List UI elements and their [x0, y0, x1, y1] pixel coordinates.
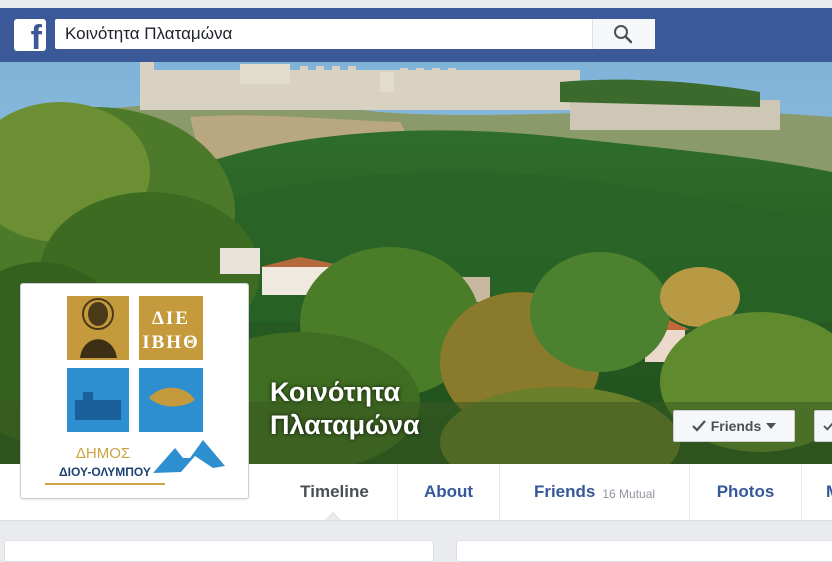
search-icon — [614, 25, 633, 44]
search-input[interactable] — [55, 19, 585, 49]
active-tab-indicator — [325, 512, 341, 520]
tab-about[interactable]: About — [398, 464, 500, 520]
friends-button-label: Friends — [710, 418, 762, 434]
tab-photos[interactable]: Photos — [690, 464, 802, 520]
search-button[interactable] — [592, 19, 655, 49]
secondary-check-button[interactable] — [814, 410, 832, 442]
tile-lettering: ΔΙΕ — [152, 308, 190, 329]
profile-picture[interactable]: ΔΙΕ ΙΒΗΘ ΔΗΜΟΣ ΔΙΟΥ-ΟΛΥΜΠΟΥ — [20, 283, 249, 499]
left-column-card — [4, 540, 434, 562]
top-strip — [0, 0, 832, 8]
facebook-logo-icon[interactable]: f — [14, 19, 46, 55]
tab-more[interactable]: M — [802, 464, 832, 520]
tab-label: Timeline — [300, 482, 369, 501]
dropdown-caret-icon — [766, 423, 777, 429]
page-name-line1: Κοινότητα — [270, 377, 401, 407]
tab-label: About — [423, 482, 474, 501]
municipality-logo: ΔΙΕ ΙΒΗΘ ΔΗΜΟΣ ΔΙΟΥ-ΟΛΥΜΠΟΥ — [25, 288, 244, 494]
tab-label: Photos — [716, 482, 775, 501]
search-box — [55, 19, 655, 49]
tab-label: Friends — [533, 482, 596, 501]
friends-button[interactable]: Friends — [673, 410, 795, 442]
page-name-line2: Πλαταμώνα — [270, 410, 420, 440]
mutual-friends-count: 16 Mutual — [602, 486, 656, 501]
top-navigation-bar: f — [0, 8, 832, 62]
check-icon — [691, 420, 706, 432]
page-name[interactable]: Κοινότητα Πλαταμώνα — [270, 376, 420, 442]
logo-lettering-dimos: ΔΗΜΟΣ — [76, 445, 130, 462]
check-icon — [823, 422, 832, 431]
tab-label: M — [826, 482, 832, 502]
tab-friends[interactable]: Friends 16 Mutual — [500, 464, 690, 520]
right-column-card — [456, 540, 832, 562]
tile-lettering: ΙΒΗΘ — [142, 332, 200, 353]
logo-lettering-diou-olympou: ΔΙΟΥ-ΟΛΥΜΠΟΥ — [59, 465, 151, 479]
